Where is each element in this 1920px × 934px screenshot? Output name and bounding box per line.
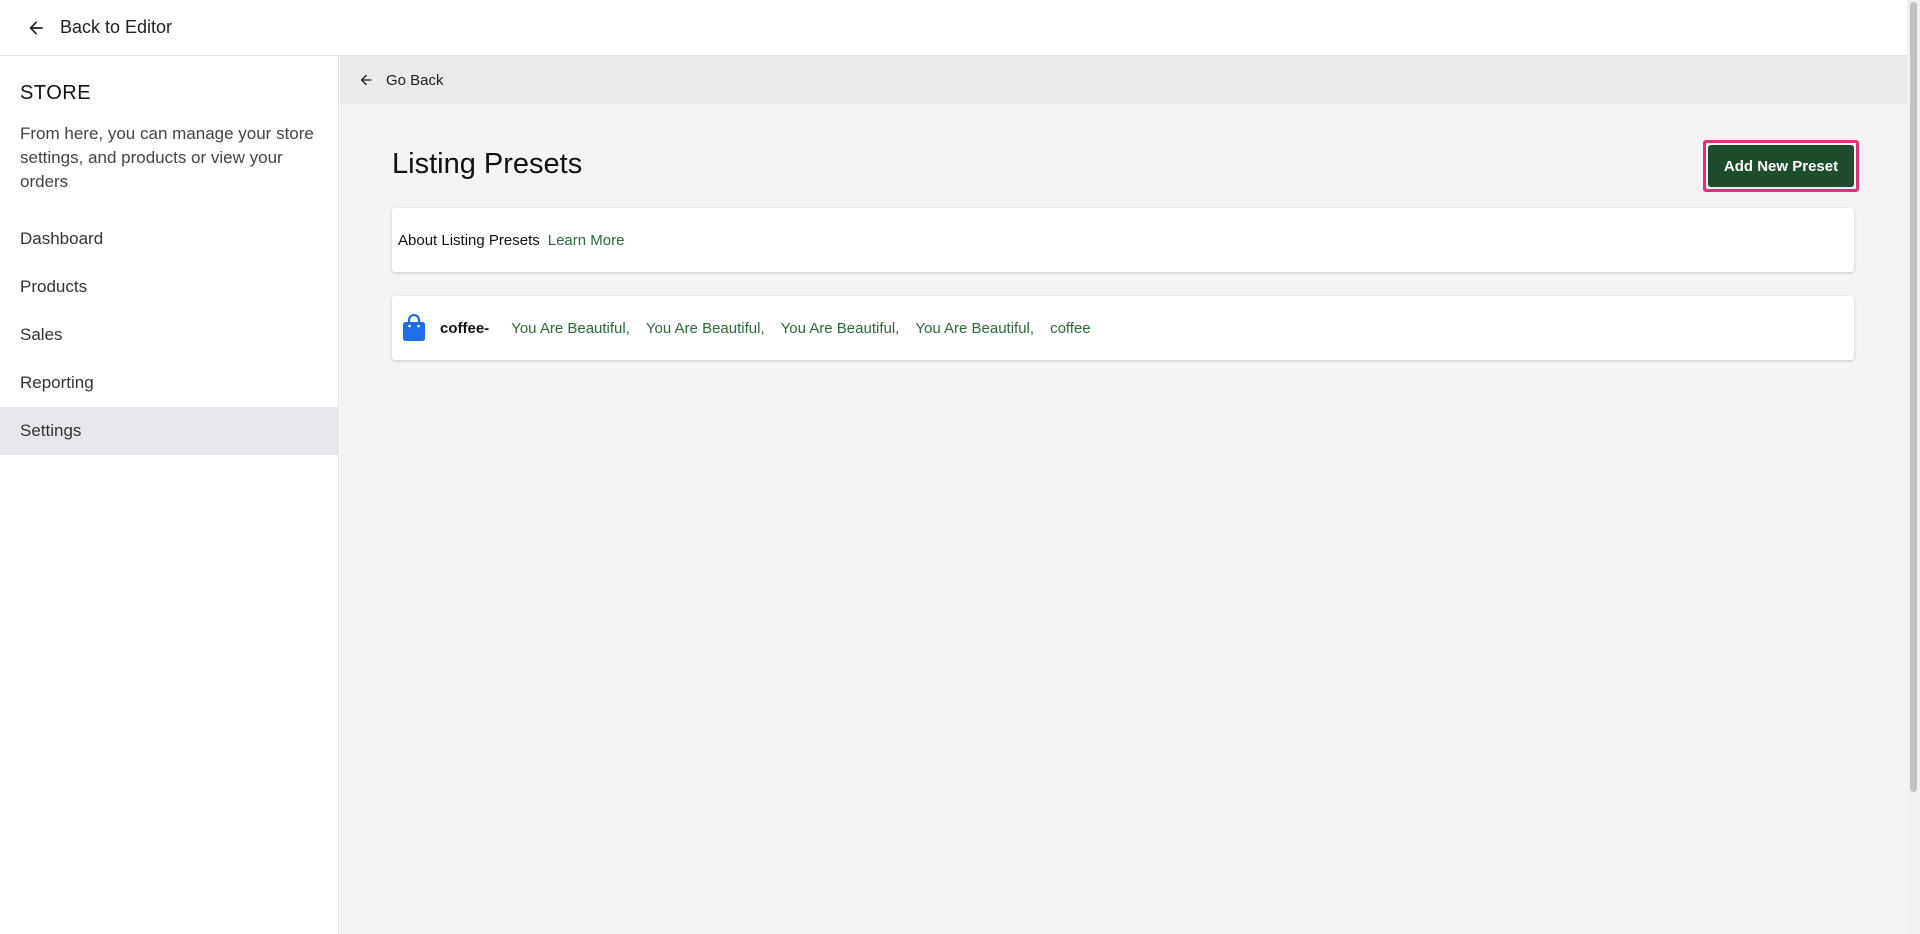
go-back-button[interactable]: Go Back <box>358 72 444 89</box>
arrow-left-icon <box>29 20 43 35</box>
preset-tag: You Are Beautiful, <box>915 319 1035 337</box>
main-content: Go Back Listing Presets Add New Preset A… <box>340 56 1907 934</box>
page-title: Listing Presets <box>392 148 583 180</box>
preset-tag: coffee <box>1050 319 1091 337</box>
top-bar: Back to Editor <box>0 0 1907 56</box>
store-sidebar: STORE From here, you can manage your sto… <box>0 56 339 934</box>
preset-tag: You Are Beautiful, <box>511 319 630 337</box>
preset-list-item[interactable]: coffee- You Are Beautiful, You Are Beaut… <box>392 296 1854 360</box>
shopping-bag-icon <box>403 314 425 341</box>
sidebar-item-products[interactable]: Products <box>0 263 339 311</box>
back-to-editor-button[interactable]: Back to Editor <box>26 17 172 38</box>
about-label: About Listing Presets <box>398 231 540 249</box>
about-listing-presets-card: About Listing Presets Learn More <box>392 208 1854 272</box>
sidebar-nav: Dashboard Products Sales Reporting Setti… <box>0 215 339 455</box>
sidebar-item-dashboard[interactable]: Dashboard <box>0 215 339 263</box>
preset-tag: You Are Beautiful, <box>780 319 900 337</box>
add-new-preset-button[interactable]: Add New Preset <box>1708 145 1854 187</box>
arrow-left-icon <box>360 74 372 86</box>
sidebar-item-reporting[interactable]: Reporting <box>0 359 339 407</box>
preset-name: coffee- <box>440 319 490 337</box>
sidebar-description: From here, you can manage your store set… <box>20 124 314 191</box>
go-back-bar: Go Back <box>340 56 1907 104</box>
learn-more-link[interactable]: Learn More <box>548 232 625 249</box>
scrollbar-thumb[interactable] <box>1910 2 1917 792</box>
sidebar-title: STORE <box>20 82 92 104</box>
add-new-preset-highlight: Add New Preset <box>1703 140 1859 192</box>
preset-tag: You Are Beautiful, <box>645 319 765 337</box>
go-back-label: Go Back <box>386 71 444 89</box>
sidebar-item-sales[interactable]: Sales <box>0 311 339 359</box>
back-to-editor-label: Back to Editor <box>60 17 173 37</box>
sidebar-item-settings[interactable]: Settings <box>0 407 339 455</box>
